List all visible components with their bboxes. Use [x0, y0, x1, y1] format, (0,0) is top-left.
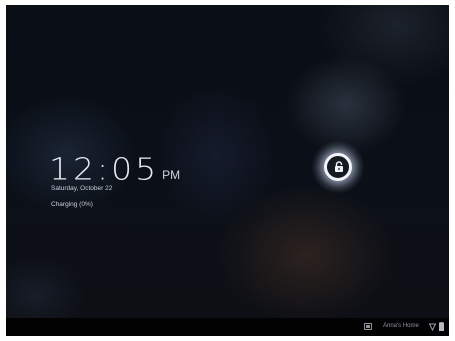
clock: 12:05 PM: [49, 151, 180, 184]
system-bar-label[interactable]: Anna's Home: [383, 323, 419, 329]
charging-status: Charging (0%): [51, 201, 93, 208]
unlock-handle[interactable]: [324, 153, 352, 181]
clock-time: 12:05: [49, 150, 160, 187]
notification-icon[interactable]: [364, 323, 372, 330]
date-label: Saturday, October 22: [51, 185, 113, 192]
lock-icon: [335, 161, 343, 172]
wifi-icon: [429, 323, 436, 331]
system-bar: Anna's Home: [6, 318, 449, 336]
battery-icon: [439, 322, 444, 331]
lock-screen: 12:05 PM Saturday, October 22 Charging (…: [6, 5, 449, 336]
clock-ampm: PM: [162, 168, 181, 182]
